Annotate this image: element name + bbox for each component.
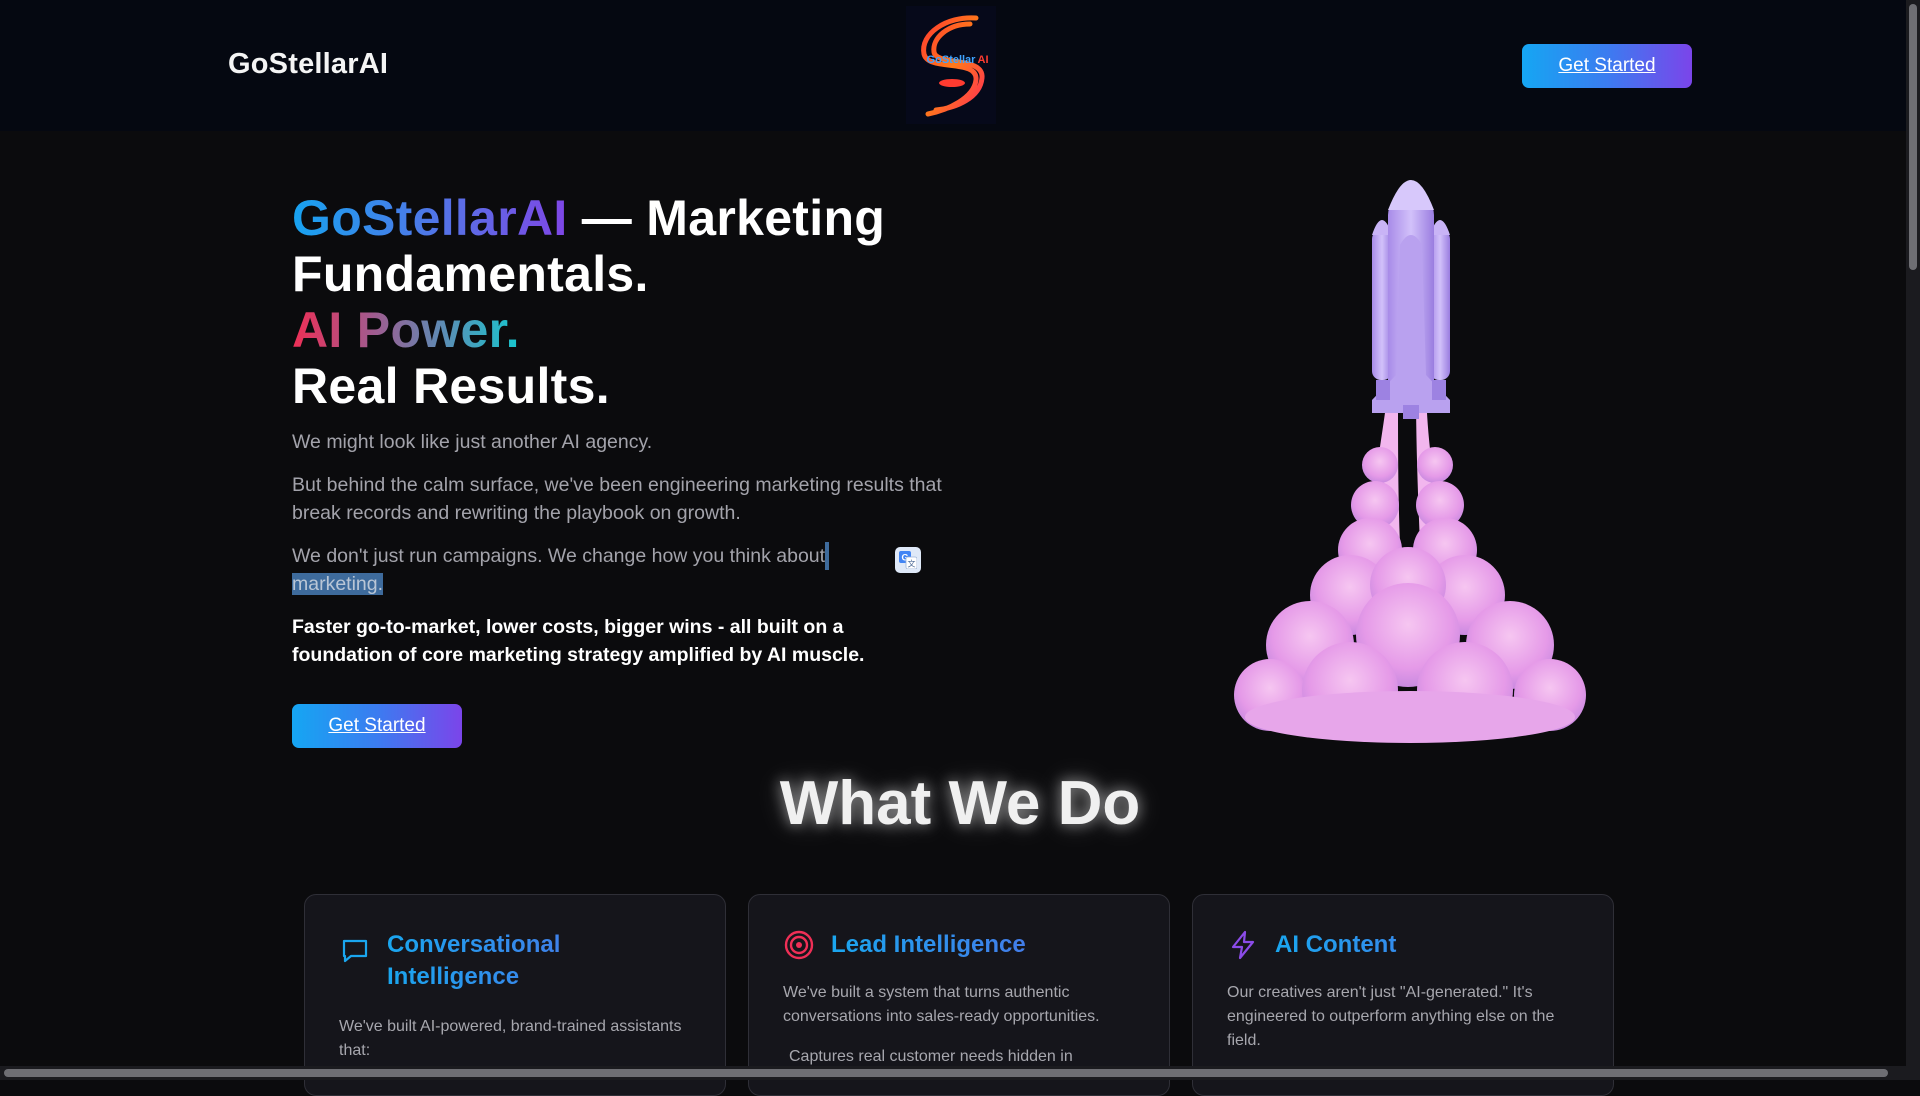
hero-paragraph-1: We might look like just another AI agenc… [292, 431, 653, 453]
svg-text:文: 文 [908, 559, 916, 569]
hero-title-ai-power: AI Power. [292, 302, 520, 358]
horizontal-scrollbar-thumb[interactable] [4, 1069, 1888, 1077]
hero-paragraph-3-text: We don't just run campaigns. We change h… [292, 545, 826, 567]
hero-paragraph-3: We don't just run campaigns. We change h… [292, 542, 892, 598]
target-icon [784, 930, 814, 960]
svg-text:AI: AI [978, 54, 989, 66]
hero-title-brand: GoStellarAI [292, 190, 568, 246]
translate-icon[interactable]: G 文 [895, 547, 921, 573]
card-title-ai-content: AI Content [1275, 929, 1575, 961]
hero-section: GoStellarAI — Marketing Fundamentals. AI… [292, 190, 952, 669]
rocket-illustration [1234, 180, 1586, 743]
chat-bubble-icon [342, 939, 368, 963]
svg-text:GoStellar: GoStellar [927, 54, 977, 66]
vertical-scrollbar-thumb[interactable] [1909, 4, 1917, 270]
hero-title-line2: Fundamentals. [292, 246, 649, 302]
lightning-icon [1231, 930, 1255, 960]
hero-title-rest: — Marketing [567, 190, 886, 246]
logo-icon[interactable]: GoStellar AI [906, 6, 996, 124]
header-get-started-button[interactable]: Get Started [1522, 44, 1692, 88]
hero-title: GoStellarAI — Marketing Fundamentals. AI… [292, 190, 952, 414]
site-header: GoStellarAI GoStellar AI Get Started [0, 0, 1906, 131]
card-text-lead: We've built a system that turns authenti… [783, 984, 1100, 1025]
hero-get-started-button[interactable]: Get Started [292, 704, 462, 748]
hero-paragraph-bold: Faster go-to-market, lower costs, bigger… [292, 616, 865, 666]
card-text-conversational: We've built AI-powered, brand-trained as… [339, 1018, 682, 1059]
hero-paragraph-2: But behind the calm surface, we've been … [292, 474, 942, 524]
card-title-lead: Lead Intelligence [831, 929, 1131, 961]
brand-name[interactable]: GoStellarAI [228, 48, 388, 81]
hero-title-line4: Real Results. [292, 358, 610, 414]
hero-paragraph-3-selected: marketing. [292, 573, 384, 595]
card-text-ai-content: Our creatives aren't just "AI-generated.… [1227, 984, 1555, 1049]
what-we-do-title: What We Do [779, 769, 1141, 838]
card-title-conversational: Conversational Intelligence [387, 929, 687, 993]
